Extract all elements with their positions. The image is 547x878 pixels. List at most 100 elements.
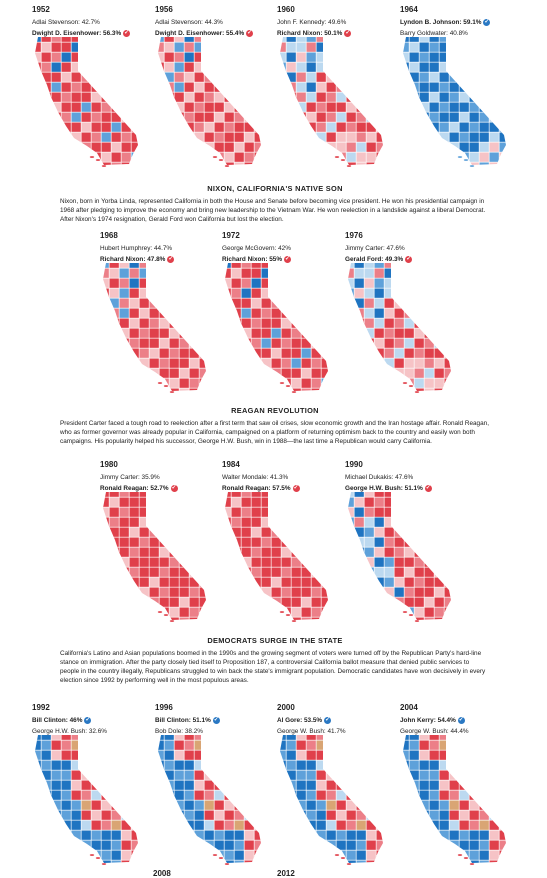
county-shape: [110, 41, 122, 53]
county-shape: [108, 566, 120, 578]
county-shape: [141, 760, 150, 770]
county-shape: [305, 829, 317, 841]
county-shape: [148, 606, 160, 618]
county-shape: [193, 71, 205, 83]
county-shape: [168, 287, 180, 299]
county-shape: [223, 819, 235, 831]
county-shape: [509, 790, 518, 800]
county-shape: [383, 556, 395, 568]
county-shape: [138, 297, 150, 309]
county-shape: [193, 91, 205, 103]
county-shape: [120, 809, 132, 821]
county-shape: [120, 849, 132, 861]
county-shape: [403, 769, 410, 781]
county-shape: [168, 297, 180, 309]
county-shape: [413, 496, 425, 508]
county-shape: [335, 799, 347, 811]
county-shape: [498, 809, 506, 821]
county-shape: [138, 536, 150, 548]
county-shape: [198, 377, 206, 389]
county-shape: [363, 307, 375, 319]
county-shape: [225, 277, 232, 289]
county-shape: [264, 142, 273, 152]
county-shape: [386, 142, 395, 152]
county-shape: [438, 859, 450, 863]
county-shape: [118, 586, 130, 598]
county-shape: [141, 33, 150, 42]
county-shape: [458, 61, 470, 73]
county-shape: [305, 739, 317, 751]
county-shape: [141, 132, 150, 142]
county-shape: [264, 92, 273, 102]
county-shape: [264, 33, 273, 42]
county-shape: [325, 749, 337, 761]
county-shape: [335, 809, 347, 821]
county-shape: [225, 576, 232, 588]
county-shape: [363, 367, 375, 379]
county-shape: [60, 779, 72, 791]
county-shape: [325, 141, 337, 153]
county-shape: [418, 859, 430, 863]
county-shape: [230, 586, 242, 598]
county-shape: [295, 41, 307, 53]
county-shape: [70, 819, 82, 831]
county-shape: [433, 307, 445, 319]
county-shape: [365, 769, 377, 781]
county-shape: [300, 516, 312, 528]
county-shape: [383, 337, 395, 349]
county-shape: [203, 51, 215, 63]
county-shape: [173, 829, 185, 841]
county-shape: [230, 267, 242, 279]
county-shape: [413, 596, 425, 608]
county-shape: [285, 151, 297, 163]
county-shape: [386, 830, 395, 840]
county-shape: [193, 151, 205, 163]
county-shape: [50, 91, 62, 103]
county-shape: [188, 506, 200, 518]
county-shape: [173, 141, 185, 153]
year-label: 1984: [222, 460, 240, 469]
county-shape: [158, 101, 165, 113]
county-shape: [423, 496, 435, 508]
county-shape: [418, 749, 430, 761]
county-shape: [198, 596, 206, 608]
county-shape: [280, 37, 287, 43]
county-shape: [250, 357, 262, 369]
county-shape: [448, 739, 460, 751]
county-shape: [188, 337, 200, 349]
county-shape: [478, 131, 490, 143]
county-shape: [130, 141, 138, 153]
county-shape: [138, 287, 150, 299]
county-shape: [240, 307, 252, 319]
county-shape: [280, 307, 292, 319]
county-shape: [355, 81, 367, 93]
county-shape: [353, 516, 365, 528]
county-shape: [393, 387, 405, 391]
county-shape: [280, 267, 292, 279]
county-shape: [188, 347, 200, 359]
county-shape: [90, 819, 102, 831]
county-shape: [295, 81, 307, 93]
county-shape: [103, 277, 110, 289]
county-shape: [320, 367, 328, 379]
county-shape: [198, 267, 206, 279]
county-shape: [386, 62, 395, 72]
county-shape: [418, 759, 430, 771]
county-shape: [305, 789, 317, 801]
county-shape: [230, 377, 242, 389]
county-shape: [443, 307, 451, 319]
county-shape: [375, 51, 383, 63]
county-shape: [50, 81, 62, 93]
county-shape: [158, 516, 170, 528]
county-shape: [100, 161, 112, 165]
county-shape: [178, 516, 190, 528]
county-shape: [209, 517, 218, 527]
county-shape: [35, 37, 42, 43]
county-shape: [423, 596, 435, 608]
county-shape: [386, 770, 395, 780]
county-shape: [408, 799, 420, 811]
county-shape: [393, 277, 405, 289]
county-shape: [90, 131, 102, 143]
year-label: 1976: [345, 231, 363, 240]
county-shape: [345, 61, 357, 73]
